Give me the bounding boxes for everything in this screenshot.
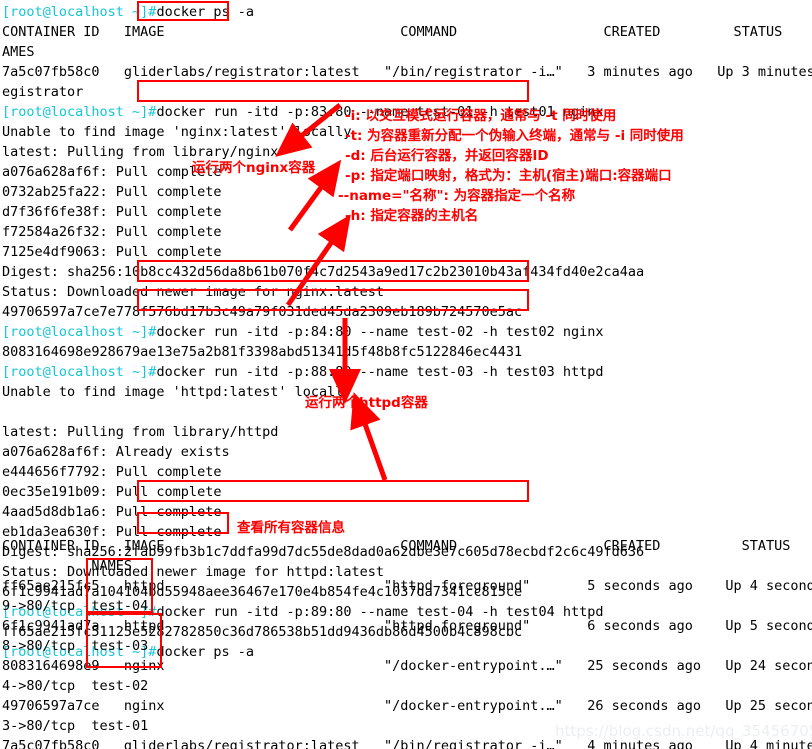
output-line: a076a628af6f: Pull complete xyxy=(2,162,221,182)
output-line: Unable to find image 'httpd:latest' loca… xyxy=(2,382,352,402)
annotation-option-1: -t: 为容器重新分配一个伪输入终端，通常与 -i 同时使用 xyxy=(345,128,684,144)
output-text: CONTAINER ID IMAGE COMMAND CREATED STATU… xyxy=(2,538,791,554)
shell-prompt: [root@localhost ~]# xyxy=(2,4,157,20)
output-text: 8->80/tcp test-03 xyxy=(2,638,149,654)
shell-prompt: [root@localhost ~]# xyxy=(2,364,157,380)
output-text: latest: Pulling from library/httpd xyxy=(2,424,279,440)
output-text: 4aad5d8db1a6: Pull complete xyxy=(2,504,222,520)
annotation-option-5: -h: 指定容器的主机名 xyxy=(345,208,479,224)
output-text: Unable to find image 'httpd:latest' loca… xyxy=(2,384,352,400)
output-line: d7f36f6fe38f: Pull complete xyxy=(2,202,221,222)
output-text: d7f36f6fe38f: Pull complete xyxy=(2,204,222,220)
output-line: CONTAINER ID IMAGE COMMAND CREATED STATU… xyxy=(2,22,812,42)
output-text: 4->80/tcp test-02 xyxy=(2,678,149,694)
output-text: 7a5c07fb58c0 gliderlabs/registrator:late… xyxy=(2,64,812,80)
output-text: CONTAINER ID IMAGE COMMAND CREATED STATU… xyxy=(2,24,783,40)
output-text: 49706597a7ce7e778f576bd17b3c49a79f031ded… xyxy=(2,304,523,320)
terminal-screenshot: [root@localhost ~]#docker ps -a CONTAINER… xyxy=(0,0,812,749)
ps-table-line: NAMES xyxy=(2,556,132,576)
output-text: e444656f7792: Pull complete xyxy=(2,464,222,480)
ps-table-line: 8->80/tcp test-03 xyxy=(2,636,148,656)
output-line: 8083164698e928679ae13e75a2b81f3398abd513… xyxy=(2,342,522,362)
output-line: latest: Pulling from library/httpd xyxy=(2,422,278,442)
shell-prompt: [root@localhost ~]# xyxy=(2,104,157,120)
annotation-ps-label: 查看所有容器信息 xyxy=(237,520,345,536)
annotation-httpd-label: 运行两个httpd容器 xyxy=(305,395,428,411)
output-line: Status: Downloaded newer image for nginx… xyxy=(2,282,384,302)
output-line: f72584a26f32: Pull complete xyxy=(2,222,221,242)
output-text: a076a628af6f: Pull complete xyxy=(2,164,222,180)
output-text: 0732ab25fa22: Pull complete xyxy=(2,184,222,200)
output-line: 0732ab25fa22: Pull complete xyxy=(2,182,221,202)
output-line: 0ec35e191b09: Pull complete xyxy=(2,482,221,502)
ps-table-line: CONTAINER ID IMAGE COMMAND CREATED STATU… xyxy=(2,536,812,556)
command-text: docker ps -a xyxy=(156,4,254,20)
output-text: 7125e4df9063: Pull complete xyxy=(2,244,222,260)
watermark: https://blog.csdn.net/qq_35456705 xyxy=(555,722,812,740)
ps-table-line: 49706597a7ce nginx "/docker-entrypoint.…… xyxy=(2,696,812,716)
output-line: AMES xyxy=(2,42,35,62)
output-line: 7a5c07fb58c0 gliderlabs/registrator:late… xyxy=(2,62,812,82)
annotation-nginx-label: 运行两个nginx容器 xyxy=(192,160,316,176)
ps-table-line: 4->80/tcp test-02 xyxy=(2,676,148,696)
annotation-option-4: --name="名称": 为容器指定一个名称 xyxy=(338,188,576,204)
ps-table-line: 6f1c9941ad7a httpd "httpd-foreground" 6 … xyxy=(2,616,812,636)
output-text: egistrator xyxy=(2,84,84,100)
ps-table-line: 8083164698e9 nginx "/docker-entrypoint.…… xyxy=(2,656,812,676)
output-line: egistrator xyxy=(2,82,83,102)
output-line: 4aad5d8db1a6: Pull complete xyxy=(2,502,221,522)
output-text: 8083164698e9 nginx "/docker-entrypoint.…… xyxy=(2,658,812,674)
output-text: NAMES xyxy=(2,558,133,574)
output-text: 49706597a7ce nginx "/docker-entrypoint.…… xyxy=(2,698,812,714)
command-line: [root@localhost ~]#docker ps -a xyxy=(2,2,254,22)
output-text: ff65ae215fc5 httpd "httpd-foreground" 5 … xyxy=(2,578,812,594)
output-line: 7125e4df9063: Pull complete xyxy=(2,242,221,262)
output-text: Digest: sha256:10b8cc432d56da8b61b070f4c… xyxy=(2,264,645,280)
ps-table-line: 9->80/tcp test-04 xyxy=(2,596,148,616)
annotation-option-2: -d: 后台运行容器，并返回容器ID xyxy=(345,148,549,164)
output-line: a076a628af6f: Already exists xyxy=(2,442,230,462)
output-text: Unable to find image 'nginx:latest' loca… xyxy=(2,124,352,140)
output-text: 9->80/tcp test-04 xyxy=(2,598,149,614)
output-text: 6f1c9941ad7a httpd "httpd-foreground" 6 … xyxy=(2,618,812,634)
output-line: Unable to find image 'nginx:latest' loca… xyxy=(2,122,352,142)
ps-table-line: ff65ae215fc5 httpd "httpd-foreground" 5 … xyxy=(2,576,812,596)
command-line: [root@localhost ~]#docker run -itd -p:84… xyxy=(2,322,603,342)
annotation-option-3: -p: 指定端口映射，格式为：主机(宿主)端口:容器端口 xyxy=(345,168,672,184)
output-text: 0ec35e191b09: Pull complete xyxy=(2,484,222,500)
output-text: a076a628af6f: Already exists xyxy=(2,444,230,460)
annotation-option-0: -i: 以交互模式运行容器，通常与 -t 同时使用 xyxy=(345,108,617,124)
output-text: 8083164698e928679ae13e75a2b81f3398abd513… xyxy=(2,344,523,360)
output-text: 3->80/tcp test-01 xyxy=(2,718,149,734)
output-text: AMES xyxy=(2,44,35,60)
shell-prompt: [root@localhost ~]# xyxy=(2,324,157,340)
ps-table-line: 3->80/tcp test-01 xyxy=(2,716,148,736)
command-text: docker run -itd -p:88:80 --name test-03 … xyxy=(156,364,604,380)
command-line: [root@localhost ~]#docker run -itd -p:88… xyxy=(2,362,603,382)
output-line: Digest: sha256:10b8cc432d56da8b61b070f4c… xyxy=(2,262,644,282)
command-text: docker run -itd -p:84:80 --name test-02 … xyxy=(156,324,604,340)
output-line: 49706597a7ce7e778f576bd17b3c49a79f031ded… xyxy=(2,302,522,322)
output-text: Status: Downloaded newer image for nginx… xyxy=(2,284,385,300)
output-line: e444656f7792: Pull complete xyxy=(2,462,221,482)
output-text: f72584a26f32: Pull complete xyxy=(2,224,222,240)
